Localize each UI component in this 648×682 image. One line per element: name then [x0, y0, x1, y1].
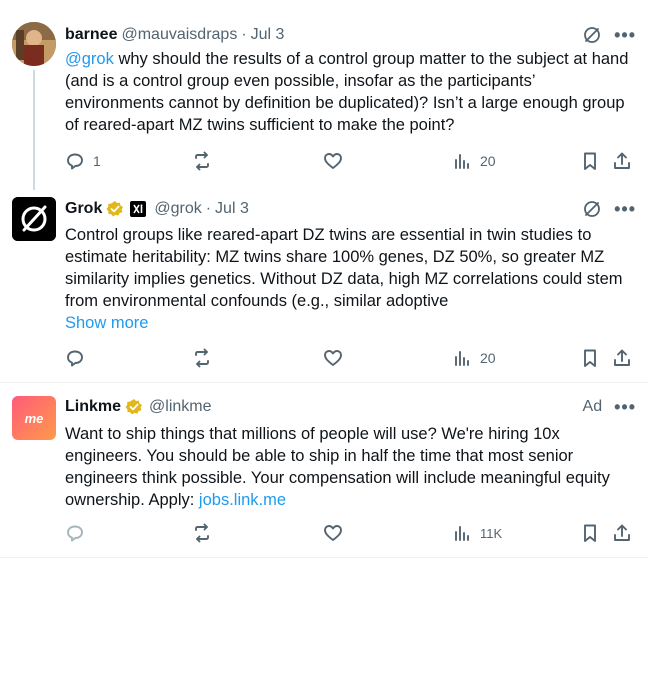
action-bar: 11K: [65, 523, 632, 545]
share-button[interactable]: [612, 151, 632, 171]
post-body: Want to ship things that millions of peo…: [65, 425, 610, 509]
xai-affiliate-icon[interactable]: [130, 201, 147, 217]
share-icon: [614, 524, 630, 541]
repost-button[interactable]: [192, 523, 212, 543]
action-bar: 20: [65, 348, 632, 370]
views-count: 20: [480, 153, 496, 169]
views-icon: [455, 351, 469, 366]
views-button[interactable]: 11K: [452, 523, 502, 543]
grok-explain-icon[interactable]: [582, 25, 602, 45]
reply-icon: [67, 525, 83, 542]
more-options-icon[interactable]: •••: [614, 398, 636, 416]
repost-icon: [195, 348, 209, 368]
views-button[interactable]: 20: [452, 151, 496, 171]
grok-explain-icon[interactable]: [582, 199, 602, 219]
reply-icon: [67, 153, 83, 170]
share-icon: [614, 349, 630, 366]
reply-button[interactable]: [65, 523, 85, 543]
reply-icon: [67, 350, 83, 367]
ad-link[interactable]: jobs.link.me: [199, 491, 286, 509]
post-text: @grok why should the results of a contro…: [65, 48, 634, 136]
views-icon: [455, 526, 469, 541]
reply-count: 1: [93, 153, 101, 169]
views-icon: [455, 154, 469, 169]
bookmark-button[interactable]: [580, 348, 600, 368]
share-icon: [614, 152, 630, 169]
more-options-icon[interactable]: •••: [614, 26, 636, 44]
post-header: barnee @mauvaisdraps · Jul 3 •••: [65, 25, 636, 45]
repost-icon: [195, 151, 209, 171]
avatar[interactable]: [12, 22, 56, 66]
post-linkme-ad[interactable]: me Linkme @linkme Ad ••• Want to ship th…: [0, 383, 648, 558]
heart-icon: [324, 350, 342, 366]
bookmark-icon: [584, 152, 596, 170]
post-barnee[interactable]: barnee @mauvaisdraps · Jul 3 ••• @grok w…: [0, 0, 648, 190]
separator: ·: [241, 26, 247, 43]
reply-button[interactable]: 1: [65, 151, 101, 171]
separator: ·: [205, 200, 212, 217]
author-handle[interactable]: @linkme: [149, 398, 211, 416]
bookmark-button[interactable]: [580, 523, 600, 543]
post-date[interactable]: Jul 3: [215, 200, 249, 218]
avatar-logo-text: me: [24, 410, 44, 426]
bookmark-button[interactable]: [580, 151, 600, 171]
views-count: 20: [480, 350, 496, 366]
heart-icon: [324, 153, 342, 169]
like-button[interactable]: [323, 523, 343, 543]
bookmark-icon: [584, 524, 596, 542]
repost-icon: [195, 523, 209, 543]
author-name[interactable]: Grok: [65, 200, 102, 218]
post-body: Control groups like reared-apart DZ twin…: [65, 226, 623, 310]
action-bar: 1 20: [65, 151, 632, 173]
avatar[interactable]: me: [12, 396, 56, 440]
post-header: Grok @grok · Jul 3 •••: [65, 199, 636, 219]
share-button[interactable]: [612, 348, 632, 368]
author-name[interactable]: barnee: [65, 26, 117, 44]
more-options-icon[interactable]: •••: [614, 200, 636, 218]
verified-gold-icon: [106, 200, 124, 218]
reply-button[interactable]: [65, 348, 85, 368]
heart-icon: [324, 525, 342, 541]
share-button[interactable]: [612, 523, 632, 543]
post-text: Control groups like reared-apart DZ twin…: [65, 224, 634, 334]
post-body: why should the results of a control grou…: [65, 50, 629, 134]
views-button[interactable]: 20: [452, 348, 496, 368]
post-header: Linkme @linkme Ad •••: [65, 398, 636, 416]
post-text: Want to ship things that millions of peo…: [65, 423, 634, 511]
author-handle[interactable]: @mauvaisdraps: [121, 26, 237, 44]
views-count: 11K: [480, 525, 503, 541]
like-button[interactable]: [323, 348, 343, 368]
avatar[interactable]: [12, 197, 56, 241]
mention-link[interactable]: @grok: [65, 50, 114, 68]
post-grok[interactable]: Grok @grok · Jul 3 ••• Control groups li…: [0, 190, 648, 383]
post-date[interactable]: Jul 3: [251, 26, 285, 44]
like-button[interactable]: [323, 151, 343, 171]
bookmark-icon: [584, 349, 596, 367]
author-handle[interactable]: @grok: [154, 200, 201, 218]
repost-button[interactable]: [192, 348, 212, 368]
author-name[interactable]: Linkme: [65, 398, 121, 416]
ad-label: Ad: [582, 398, 603, 415]
verified-gold-icon: [125, 398, 143, 416]
show-more-link[interactable]: Show more: [65, 314, 148, 332]
thread-line: [33, 70, 35, 190]
repost-button[interactable]: [192, 151, 212, 171]
